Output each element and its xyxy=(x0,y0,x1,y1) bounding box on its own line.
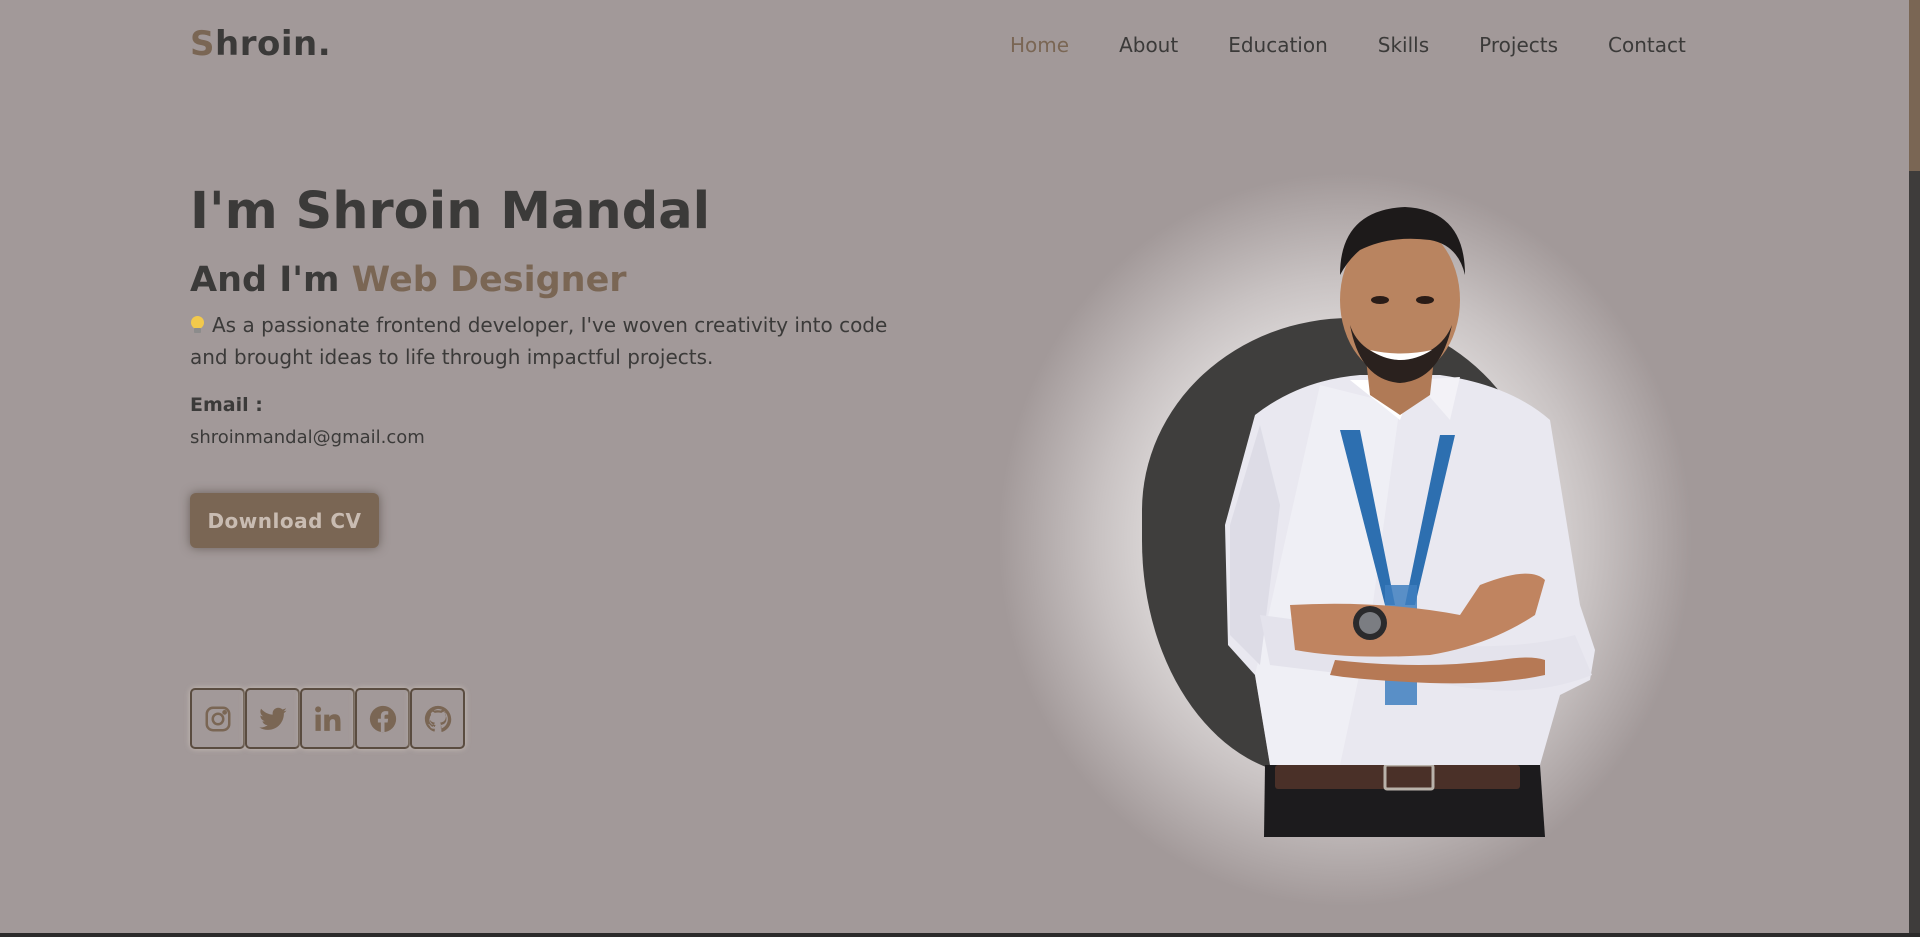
hero-description-text: As a passionate frontend developer, I've… xyxy=(190,313,888,369)
profile-photo xyxy=(1225,207,1595,837)
nav-about[interactable]: About xyxy=(1119,33,1178,57)
hero-subtitle: And I'm Web Designer xyxy=(190,260,627,300)
instagram-link[interactable] xyxy=(190,688,245,749)
github-link[interactable] xyxy=(410,688,465,749)
hero-role: Web Designer xyxy=(351,260,627,300)
hero-title: I'm Shroin Mandal xyxy=(190,182,711,241)
email-value: shroinmandal@gmail.com xyxy=(190,427,425,448)
twitter-icon xyxy=(258,707,287,730)
email-label: Email : xyxy=(190,394,263,416)
lightbulb-icon xyxy=(190,316,204,334)
scrollbar-thumb[interactable] xyxy=(1909,0,1920,171)
nav-skills[interactable]: Skills xyxy=(1378,33,1429,57)
main-nav: Home About Education Skills Projects Con… xyxy=(1010,33,1736,57)
bottom-border xyxy=(0,933,1920,937)
facebook-link[interactable] xyxy=(355,688,410,749)
logo[interactable]: Shroin. xyxy=(190,24,331,64)
twitter-link[interactable] xyxy=(245,688,300,749)
social-links xyxy=(190,688,465,749)
nav-education[interactable]: Education xyxy=(1228,33,1328,57)
hero-description: As a passionate frontend developer, I've… xyxy=(190,309,910,373)
logo-initial: S xyxy=(190,24,215,64)
logo-text: hroin. xyxy=(215,24,332,64)
instagram-icon xyxy=(205,706,230,731)
linkedin-link[interactable] xyxy=(300,688,355,749)
scrollbar[interactable] xyxy=(1909,0,1920,933)
github-icon xyxy=(424,705,451,732)
hero-subtitle-prefix: And I'm xyxy=(190,260,340,300)
linkedin-icon xyxy=(314,705,340,731)
page: Shroin. Home About Education Skills Proj… xyxy=(0,0,1909,933)
nav-projects[interactable]: Projects xyxy=(1479,33,1558,57)
download-cv-button[interactable]: Download CV xyxy=(190,493,379,548)
nav-contact[interactable]: Contact xyxy=(1608,33,1686,57)
facebook-icon xyxy=(369,705,396,732)
nav-home[interactable]: Home xyxy=(1010,33,1069,57)
